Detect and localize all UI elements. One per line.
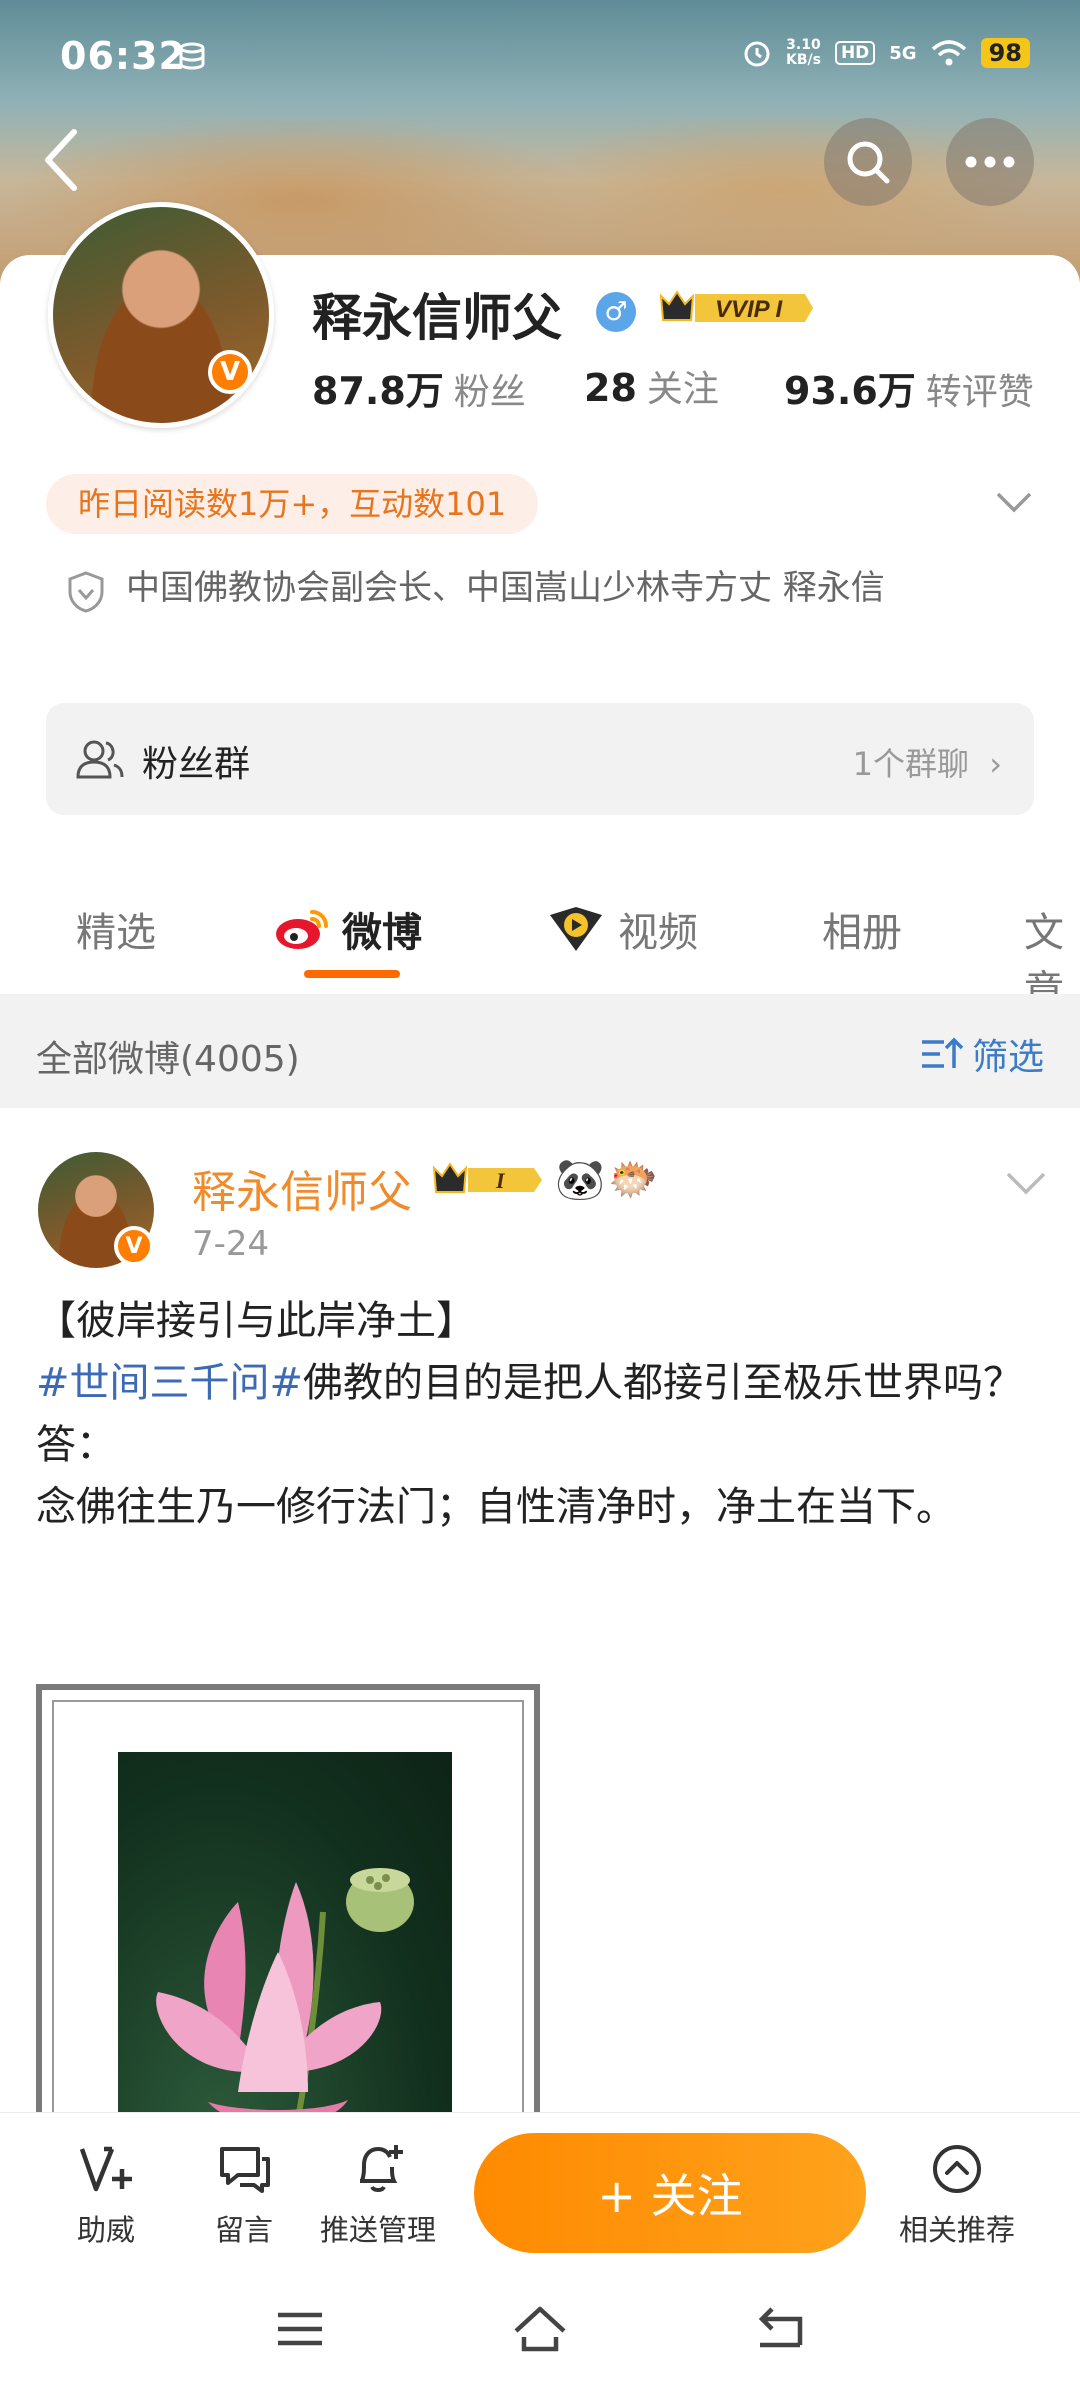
menu-nav-icon[interactable] xyxy=(272,2301,328,2357)
chevron-right-icon: › xyxy=(989,745,1002,783)
stat-reposts-comments-likes[interactable]: 93.6万 转评赞 xyxy=(784,360,1034,415)
verified-badge-icon: V xyxy=(208,350,252,394)
message-button[interactable]: 留言 xyxy=(184,2141,304,2249)
filter-button[interactable]: 筛选 xyxy=(920,1028,1044,1080)
push-settings-button[interactable]: 推送管理 xyxy=(318,2141,438,2249)
post-menu-chevron-icon[interactable] xyxy=(1004,1170,1048,1198)
stat-fans[interactable]: 87.8万 粉丝 xyxy=(312,360,526,415)
stat-following[interactable]: 28 关注 xyxy=(584,360,719,412)
search-button[interactable] xyxy=(824,118,912,206)
fan-group-row[interactable]: 粉丝群 1个群聊 › xyxy=(46,703,1034,815)
fan-group-count: 1个群聊 › xyxy=(852,745,1002,783)
bell-plus-icon xyxy=(360,2145,403,2192)
all-posts-count: 全部微博(4005) xyxy=(36,1039,300,1080)
battery-indicator: 98 xyxy=(980,38,1030,68)
chevron-down-icon[interactable] xyxy=(994,490,1034,516)
chevron-up-circle-icon xyxy=(933,2145,981,2193)
tab-video[interactable]: 视频 xyxy=(546,900,698,958)
status-icons: 3.10 KB/s HD 5G 98 xyxy=(742,38,1030,68)
active-tab-indicator xyxy=(304,970,400,978)
back-nav-icon[interactable] xyxy=(752,2301,808,2357)
filter-bar: 全部微博(4005) 筛选 xyxy=(0,994,1080,1108)
answer-text: 念佛往生乃一修行法门；自性清净时，净土在当下。 xyxy=(36,1484,956,1530)
cheer-button[interactable]: 助威 xyxy=(46,2141,166,2249)
hashtag-link[interactable]: #世间三千问# xyxy=(36,1360,303,1406)
male-gender-icon: ♂ xyxy=(596,292,636,332)
svg-text:I: I xyxy=(495,1168,506,1193)
status-time: 06:32 xyxy=(60,34,186,78)
shield-verified-icon xyxy=(68,571,104,613)
svg-text:VVIP I: VVIP I xyxy=(715,296,783,323)
profile-bio: 中国佛教协会副会长、中国嵩山少林寺方丈 释永信 xyxy=(126,568,885,608)
back-arrow-icon[interactable] xyxy=(34,120,90,200)
search-icon xyxy=(847,141,890,184)
profile-name: 释永信师父 xyxy=(312,289,562,347)
post-text: 【彼岸接引与此岸净土】 #世间三千问#佛教的目的是把人都接引至极乐世界吗？ 答：… xyxy=(36,1290,1046,1538)
post-title-line: 【彼岸接引与此岸净土】 xyxy=(36,1298,476,1344)
wifi-icon xyxy=(931,40,966,66)
pufferfish-emoji-icon: 🐡 xyxy=(608,1157,658,1203)
fan-group-icon xyxy=(76,740,124,779)
video-icon xyxy=(550,907,602,951)
profile-tabs: 精选 微博 视频 相册 文章 xyxy=(0,880,1080,1014)
related-recommendations-button[interactable]: 相关推荐 xyxy=(894,2141,1020,2249)
tab-weibo[interactable]: 微博 xyxy=(272,900,422,958)
post-verified-badge-icon: V xyxy=(114,1226,154,1266)
bottom-action-bar: 助威 留言 推送管理 + 关注 相关推荐 xyxy=(0,2112,1080,2401)
answer-label: 答： xyxy=(36,1422,116,1468)
post-author-name[interactable]: 释永信师父 xyxy=(192,1156,412,1220)
vvip-badge: VVIP I xyxy=(659,290,813,323)
filter-icon xyxy=(921,1037,964,1068)
fan-group-label: 粉丝群 xyxy=(142,744,251,785)
cheer-icon xyxy=(79,2146,132,2192)
tab-album[interactable]: 相册 xyxy=(822,900,902,958)
message-icon xyxy=(220,2147,270,2193)
network-speed: 3.10 KB/s xyxy=(785,37,821,68)
member-badge-icon: I xyxy=(432,1162,542,1193)
more-options-button[interactable] xyxy=(946,118,1034,206)
post-date: 7-24 xyxy=(192,1224,270,1264)
home-nav-icon[interactable] xyxy=(512,2301,568,2357)
weibo-logo-icon xyxy=(276,910,328,949)
panda-emoji-icon: 🐼 xyxy=(555,1157,605,1203)
storage-icon xyxy=(179,42,205,70)
hd-icon: HD xyxy=(834,41,876,65)
signal-5g-icon: 5G xyxy=(889,42,917,64)
more-dots-icon xyxy=(965,156,1015,168)
follow-button[interactable]: + 关注 xyxy=(474,2133,866,2253)
avatar[interactable] xyxy=(48,202,274,428)
tab-featured[interactable]: 精选 xyxy=(76,900,156,958)
alarm-icon xyxy=(744,41,770,67)
daily-stats-pill[interactable]: 昨日阅读数1万+，互动数101 xyxy=(46,474,539,534)
